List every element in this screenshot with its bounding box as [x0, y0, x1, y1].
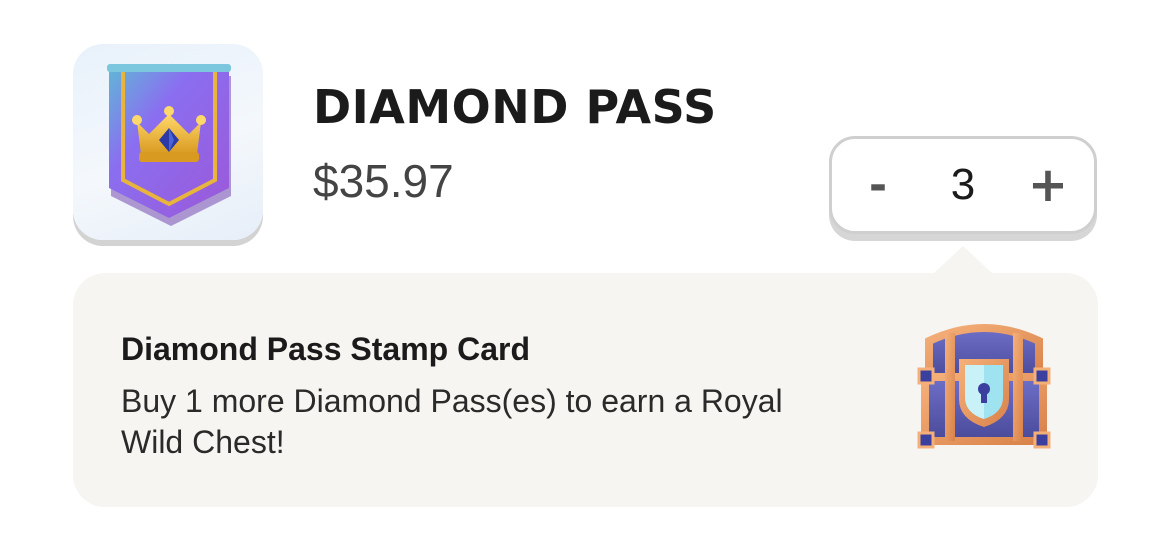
- banner-graphic: [107, 64, 231, 226]
- diamond-pass-banner-icon: [73, 44, 263, 240]
- chest-graphic: [917, 324, 1051, 449]
- stamp-card-message: Buy 1 more Diamond Pass(es) to earn a Ro…: [121, 383, 783, 460]
- stamp-card-callout: Diamond Pass Stamp Card Buy 1 more Diamo…: [73, 273, 1098, 507]
- decrement-button[interactable]: -: [838, 139, 918, 231]
- stamp-card-title: Diamond Pass Stamp Card: [121, 331, 530, 367]
- quantity-stepper: - 3 +: [829, 136, 1097, 234]
- callout-pointer: [933, 246, 993, 274]
- product-price: $35.97: [313, 155, 454, 207]
- increment-button[interactable]: +: [1008, 139, 1088, 231]
- product-title: DIAMOND PASS: [313, 80, 717, 134]
- royal-wild-chest-icon: [915, 319, 1053, 455]
